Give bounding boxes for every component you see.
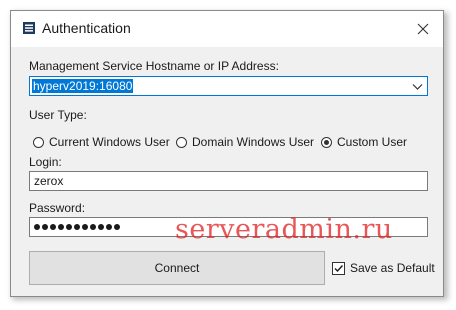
password-dot bbox=[114, 224, 120, 230]
checkmark-icon bbox=[334, 264, 344, 272]
authentication-dialog: Authentication Management Service Hostna… bbox=[10, 10, 444, 297]
user-type-label: User Type: bbox=[29, 108, 87, 122]
title-bar: Authentication bbox=[11, 11, 443, 47]
password-dot bbox=[74, 224, 80, 230]
radio-circle[interactable] bbox=[176, 136, 187, 148]
login-field[interactable]: zerox bbox=[29, 171, 428, 191]
password-dot bbox=[90, 224, 96, 230]
window-title: Authentication bbox=[42, 20, 131, 36]
login-label: Login: bbox=[29, 155, 62, 169]
password-mask bbox=[34, 221, 120, 230]
password-dot bbox=[34, 224, 40, 230]
radio-label: Domain Windows User bbox=[192, 135, 315, 149]
radio-label: Current Windows User bbox=[49, 135, 170, 149]
save-as-default-checkbox[interactable] bbox=[332, 261, 345, 275]
password-dot bbox=[106, 224, 112, 230]
watermark-text: serveradmin.ru bbox=[175, 214, 393, 245]
radio-label: Custom User bbox=[337, 135, 408, 149]
host-combobox[interactable]: hyperv2019:16080 bbox=[29, 76, 428, 96]
chevron-down-icon[interactable] bbox=[412, 81, 423, 92]
password-dot bbox=[66, 224, 72, 230]
host-label: Management Service Hostname or IP Addres… bbox=[29, 59, 279, 73]
password-dot bbox=[50, 224, 56, 230]
password-dot bbox=[42, 224, 48, 230]
save-as-default-option[interactable]: Save as Default bbox=[332, 261, 435, 275]
radio-circle[interactable] bbox=[33, 136, 44, 148]
radio-domain-windows-user[interactable]: Domain Windows User bbox=[176, 135, 314, 149]
password-dot bbox=[58, 224, 64, 230]
password-dot bbox=[82, 224, 88, 230]
login-value: zerox bbox=[34, 174, 64, 188]
close-icon bbox=[417, 23, 429, 35]
host-value: hyperv2019:16080 bbox=[32, 79, 134, 93]
password-label: Password: bbox=[29, 201, 86, 215]
radio-current-windows-user[interactable]: Current Windows User bbox=[33, 135, 170, 149]
connect-button[interactable]: Connect bbox=[29, 251, 325, 285]
password-dot bbox=[98, 224, 104, 230]
radio-custom-user[interactable]: Custom User bbox=[321, 135, 407, 149]
save-as-default-label: Save as Default bbox=[350, 261, 435, 275]
radio-circle-selected[interactable] bbox=[321, 136, 332, 148]
app-icon bbox=[23, 22, 35, 34]
close-button[interactable] bbox=[409, 15, 437, 43]
